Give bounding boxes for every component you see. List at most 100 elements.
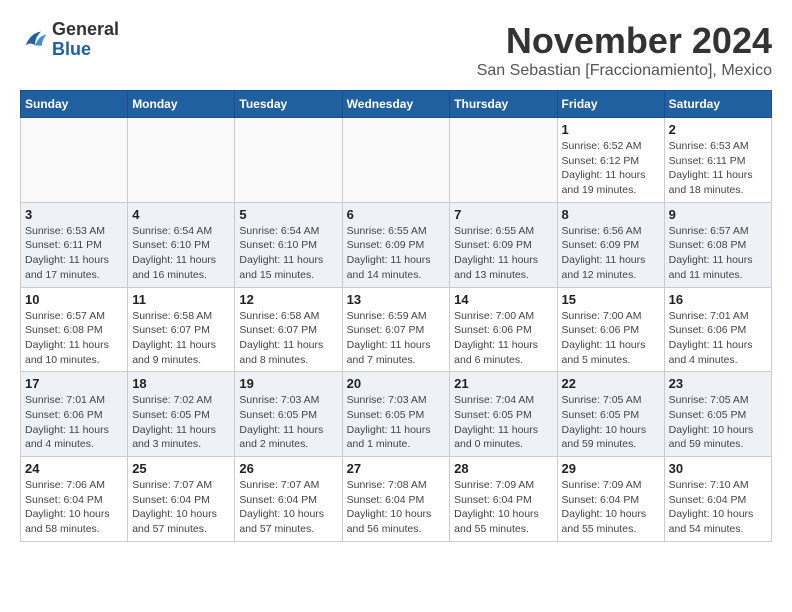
calendar-day-20: 20 Sunrise: 7:03 AM Sunset: 6:05 PM Dayli…: [342, 372, 450, 457]
day-info: Sunrise: 6:55 AM Sunset: 6:09 PM Dayligh…: [454, 224, 552, 283]
calendar-day-19: 19 Sunrise: 7:03 AM Sunset: 6:05 PM Dayli…: [235, 372, 342, 457]
day-info: Sunrise: 7:05 AM Sunset: 6:05 PM Dayligh…: [562, 393, 660, 452]
calendar-day-24: 24 Sunrise: 7:06 AM Sunset: 6:04 PM Dayli…: [21, 457, 128, 542]
day-number: 24: [25, 461, 123, 476]
day-number: 29: [562, 461, 660, 476]
day-number: 2: [669, 122, 767, 137]
day-number: 9: [669, 207, 767, 222]
calendar-week-4: 17 Sunrise: 7:01 AM Sunset: 6:06 PM Dayli…: [21, 372, 772, 457]
calendar-day-28: 28 Sunrise: 7:09 AM Sunset: 6:04 PM Dayli…: [450, 457, 557, 542]
weekday-header-row: SundayMondayTuesdayWednesdayThursdayFrid…: [21, 91, 772, 118]
calendar-empty-cell: [21, 118, 128, 203]
calendar-day-26: 26 Sunrise: 7:07 AM Sunset: 6:04 PM Dayli…: [235, 457, 342, 542]
calendar-day-9: 9 Sunrise: 6:57 AM Sunset: 6:08 PM Daylig…: [664, 202, 771, 287]
weekday-header-friday: Friday: [557, 91, 664, 118]
calendar-day-3: 3 Sunrise: 6:53 AM Sunset: 6:11 PM Daylig…: [21, 202, 128, 287]
day-info: Sunrise: 7:08 AM Sunset: 6:04 PM Dayligh…: [347, 478, 446, 537]
day-info: Sunrise: 6:54 AM Sunset: 6:10 PM Dayligh…: [132, 224, 230, 283]
day-number: 3: [25, 207, 123, 222]
day-number: 17: [25, 376, 123, 391]
day-info: Sunrise: 7:04 AM Sunset: 6:05 PM Dayligh…: [454, 393, 552, 452]
day-info: Sunrise: 6:53 AM Sunset: 6:11 PM Dayligh…: [25, 224, 123, 283]
day-number: 19: [239, 376, 337, 391]
weekday-header-tuesday: Tuesday: [235, 91, 342, 118]
calendar-day-6: 6 Sunrise: 6:55 AM Sunset: 6:09 PM Daylig…: [342, 202, 450, 287]
calendar-day-25: 25 Sunrise: 7:07 AM Sunset: 6:04 PM Dayli…: [128, 457, 235, 542]
day-info: Sunrise: 6:55 AM Sunset: 6:09 PM Dayligh…: [347, 224, 446, 283]
day-number: 26: [239, 461, 337, 476]
day-number: 14: [454, 292, 552, 307]
day-number: 6: [347, 207, 446, 222]
calendar-week-3: 10 Sunrise: 6:57 AM Sunset: 6:08 PM Dayli…: [21, 287, 772, 372]
day-info: Sunrise: 6:57 AM Sunset: 6:08 PM Dayligh…: [25, 309, 123, 368]
day-number: 10: [25, 292, 123, 307]
day-info: Sunrise: 6:58 AM Sunset: 6:07 PM Dayligh…: [132, 309, 230, 368]
day-info: Sunrise: 7:01 AM Sunset: 6:06 PM Dayligh…: [25, 393, 123, 452]
calendar-day-30: 30Sunrise: 7:10 AM Sunset: 6:04 PM Dayli…: [664, 457, 771, 542]
day-number: 15: [562, 292, 660, 307]
day-info: Sunrise: 6:59 AM Sunset: 6:07 PM Dayligh…: [347, 309, 446, 368]
day-info: Sunrise: 7:03 AM Sunset: 6:05 PM Dayligh…: [347, 393, 446, 452]
calendar-day-17: 17 Sunrise: 7:01 AM Sunset: 6:06 PM Dayli…: [21, 372, 128, 457]
calendar-empty-cell: [450, 118, 557, 203]
day-info: Sunrise: 6:54 AM Sunset: 6:10 PM Dayligh…: [239, 224, 337, 283]
calendar-day-22: 22Sunrise: 7:05 AM Sunset: 6:05 PM Dayli…: [557, 372, 664, 457]
calendar-day-10: 10 Sunrise: 6:57 AM Sunset: 6:08 PM Dayli…: [21, 287, 128, 372]
day-info: Sunrise: 7:05 AM Sunset: 6:05 PM Dayligh…: [669, 393, 767, 452]
day-number: 5: [239, 207, 337, 222]
day-info: Sunrise: 7:00 AM Sunset: 6:06 PM Dayligh…: [562, 309, 660, 368]
day-info: Sunrise: 6:58 AM Sunset: 6:07 PM Dayligh…: [239, 309, 337, 368]
day-info: Sunrise: 7:01 AM Sunset: 6:06 PM Dayligh…: [669, 309, 767, 368]
calendar-empty-cell: [128, 118, 235, 203]
weekday-header-monday: Monday: [128, 91, 235, 118]
day-number: 27: [347, 461, 446, 476]
day-number: 11: [132, 292, 230, 307]
day-info: Sunrise: 7:09 AM Sunset: 6:04 PM Dayligh…: [562, 478, 660, 537]
location: San Sebastian [Fraccionamiento], Mexico: [477, 62, 772, 80]
calendar-week-1: 1 Sunrise: 6:52 AM Sunset: 6:12 PM Daylig…: [21, 118, 772, 203]
day-number: 1: [562, 122, 660, 137]
day-info: Sunrise: 7:06 AM Sunset: 6:04 PM Dayligh…: [25, 478, 123, 537]
calendar-day-5: 5 Sunrise: 6:54 AM Sunset: 6:10 PM Daylig…: [235, 202, 342, 287]
page-header: General Blue November 2024 San Sebastian…: [20, 20, 772, 80]
calendar-day-13: 13Sunrise: 6:59 AM Sunset: 6:07 PM Dayli…: [342, 287, 450, 372]
day-number: 25: [132, 461, 230, 476]
day-info: Sunrise: 7:00 AM Sunset: 6:06 PM Dayligh…: [454, 309, 552, 368]
calendar-day-1: 1 Sunrise: 6:52 AM Sunset: 6:12 PM Daylig…: [557, 118, 664, 203]
day-info: Sunrise: 7:09 AM Sunset: 6:04 PM Dayligh…: [454, 478, 552, 537]
calendar-day-14: 14 Sunrise: 7:00 AM Sunset: 6:06 PM Dayli…: [450, 287, 557, 372]
day-number: 30: [669, 461, 767, 476]
day-number: 21: [454, 376, 552, 391]
day-number: 20: [347, 376, 446, 391]
weekday-header-wednesday: Wednesday: [342, 91, 450, 118]
calendar-day-27: 27 Sunrise: 7:08 AM Sunset: 6:04 PM Dayli…: [342, 457, 450, 542]
title-block: November 2024 San Sebastian [Fraccionami…: [477, 20, 772, 80]
calendar-empty-cell: [235, 118, 342, 203]
calendar-day-16: 16Sunrise: 7:01 AM Sunset: 6:06 PM Dayli…: [664, 287, 771, 372]
month-title: November 2024: [477, 20, 772, 62]
calendar-day-12: 12 Sunrise: 6:58 AM Sunset: 6:07 PM Dayli…: [235, 287, 342, 372]
day-info: Sunrise: 6:57 AM Sunset: 6:08 PM Dayligh…: [669, 224, 767, 283]
day-number: 7: [454, 207, 552, 222]
calendar-day-8: 8Sunrise: 6:56 AM Sunset: 6:09 PM Daylig…: [557, 202, 664, 287]
calendar-day-21: 21 Sunrise: 7:04 AM Sunset: 6:05 PM Dayli…: [450, 372, 557, 457]
weekday-header-saturday: Saturday: [664, 91, 771, 118]
day-number: 4: [132, 207, 230, 222]
day-info: Sunrise: 7:03 AM Sunset: 6:05 PM Dayligh…: [239, 393, 337, 452]
day-info: Sunrise: 7:07 AM Sunset: 6:04 PM Dayligh…: [132, 478, 230, 537]
calendar-day-4: 4 Sunrise: 6:54 AM Sunset: 6:10 PM Daylig…: [128, 202, 235, 287]
calendar-week-5: 24 Sunrise: 7:06 AM Sunset: 6:04 PM Dayli…: [21, 457, 772, 542]
calendar-day-7: 7 Sunrise: 6:55 AM Sunset: 6:09 PM Daylig…: [450, 202, 557, 287]
logo-bird-icon: [20, 26, 48, 54]
day-info: Sunrise: 6:52 AM Sunset: 6:12 PM Dayligh…: [562, 139, 660, 198]
day-number: 8: [562, 207, 660, 222]
day-number: 12: [239, 292, 337, 307]
day-info: Sunrise: 7:07 AM Sunset: 6:04 PM Dayligh…: [239, 478, 337, 537]
calendar-table: SundayMondayTuesdayWednesdayThursdayFrid…: [20, 90, 772, 542]
calendar-day-11: 11 Sunrise: 6:58 AM Sunset: 6:07 PM Dayli…: [128, 287, 235, 372]
calendar-day-2: 2Sunrise: 6:53 AM Sunset: 6:11 PM Daylig…: [664, 118, 771, 203]
logo-text: General Blue: [52, 20, 119, 60]
day-info: Sunrise: 7:02 AM Sunset: 6:05 PM Dayligh…: [132, 393, 230, 452]
calendar-empty-cell: [342, 118, 450, 203]
day-number: 28: [454, 461, 552, 476]
